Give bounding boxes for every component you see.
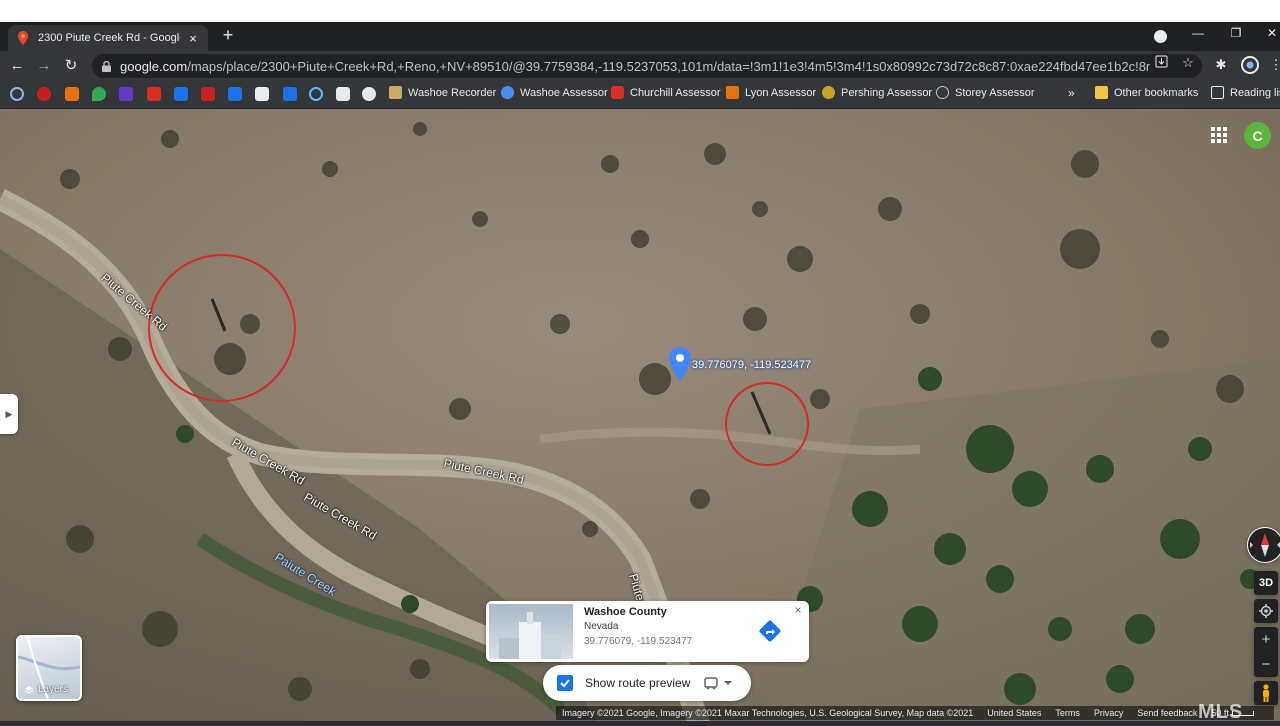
- lyon-icon: [726, 86, 739, 99]
- bookmark-washoe-assessor[interactable]: Washoe Assessor: [501, 86, 608, 99]
- pin-coordinates-label: 39.776079, -119.523477: [692, 359, 812, 371]
- layers-icon: [24, 685, 34, 694]
- close-window-button[interactable]: ✕: [1262, 26, 1280, 40]
- compass-control[interactable]: [1247, 527, 1280, 563]
- tab-strip: 2300 Piute Creek Rd - Google Ma ×: [0, 22, 1280, 51]
- place-info-card[interactable]: Washoe County Nevada 39.776079, -119.523…: [486, 601, 809, 662]
- location-pin-icon[interactable]: [669, 347, 691, 381]
- zoom-out-button[interactable]: −: [1254, 652, 1278, 677]
- bookmark-lyon-assessor[interactable]: Lyon Assessor: [726, 86, 816, 99]
- extensions-puzzle-icon[interactable]: ✱: [1213, 57, 1229, 73]
- expand-side-panel-button[interactable]: ▶: [0, 394, 18, 434]
- minimize-button[interactable]: —: [1188, 26, 1208, 40]
- reading-list-button[interactable]: Reading list: [1211, 86, 1280, 99]
- bookmark-churchill-assessor[interactable]: Churchill Assessor: [611, 86, 720, 99]
- bookmarks-bar: Washoe Recorder Washoe Assessor Churchil…: [0, 81, 1280, 109]
- tab-google-maps[interactable]: 2300 Piute Creek Rd - Google Ma ×: [8, 25, 208, 51]
- bookmark-storey-assessor[interactable]: Storey Assessor: [936, 86, 1034, 99]
- my-location-button[interactable]: [1254, 599, 1278, 623]
- media-control-icon[interactable]: [1154, 30, 1167, 43]
- compass-icon: [1248, 528, 1280, 562]
- restore-button[interactable]: ❐: [1226, 26, 1246, 40]
- bookmark-icon-1[interactable]: [10, 87, 24, 101]
- route-preview-toggle[interactable]: Show route preview: [543, 665, 751, 701]
- new-tab-button[interactable]: +: [218, 26, 238, 46]
- recorder-icon: [389, 86, 402, 99]
- bookmark-icon-chart[interactable]: [174, 87, 188, 101]
- bookmark-icon-zillow[interactable]: [228, 87, 242, 101]
- bookmark-icon-3[interactable]: [65, 87, 79, 101]
- send-feedback-link[interactable]: Send feedback: [1137, 708, 1197, 718]
- place-title: Washoe County: [584, 606, 667, 618]
- bookmark-icon-home[interactable]: [147, 87, 161, 101]
- screen-top-band: [0, 0, 1280, 22]
- churchill-icon: [611, 86, 624, 99]
- bookmarks-overflow-button[interactable]: »: [1068, 86, 1075, 100]
- install-icon[interactable]: [1153, 55, 1169, 71]
- forward-button[interactable]: →: [35, 57, 53, 75]
- address-bar[interactable]: google.com/maps/place/2300+Piute+Creek+R…: [92, 54, 1202, 78]
- privacy-link[interactable]: Privacy: [1094, 708, 1124, 718]
- star-icon[interactable]: ☆: [1180, 55, 1196, 71]
- profile-icon[interactable]: [1241, 56, 1259, 77]
- crosshair-icon: [1259, 604, 1273, 618]
- car-dropdown-icon[interactable]: [704, 676, 734, 690]
- taskbar-strip: [0, 721, 1280, 726]
- tab-title: 2300 Piute Creek Rd - Google Ma: [38, 32, 180, 44]
- bookmark-icon-12[interactable]: [309, 87, 323, 101]
- 3d-toggle-button[interactable]: 3D: [1254, 571, 1278, 595]
- reading-list-icon: [1211, 86, 1224, 99]
- bookmark-pershing-assessor[interactable]: Pershing Assessor: [822, 86, 932, 99]
- reload-button[interactable]: ↻: [62, 57, 80, 75]
- bookmark-icon-10[interactable]: [255, 87, 269, 101]
- assessor-icon: [501, 86, 514, 99]
- street-view-pegman[interactable]: [1254, 681, 1278, 705]
- zoom-in-button[interactable]: +: [1254, 627, 1278, 652]
- route-preview-label: Show route preview: [585, 676, 691, 690]
- tab-close-icon[interactable]: ×: [186, 31, 200, 46]
- bookmark-icon-14[interactable]: [362, 87, 376, 101]
- menu-kebab-icon[interactable]: ⋮: [1268, 57, 1280, 73]
- bookmark-icon-8[interactable]: [201, 87, 215, 101]
- layers-button[interactable]: Layers: [16, 635, 82, 701]
- pegman-icon: [1263, 684, 1269, 702]
- close-card-icon[interactable]: ×: [791, 603, 805, 617]
- storey-icon: [936, 86, 949, 99]
- directions-icon[interactable]: [758, 619, 782, 643]
- back-button[interactable]: ←: [8, 57, 26, 75]
- country-link[interactable]: United States: [987, 708, 1041, 718]
- maps-pin-icon: [16, 31, 30, 45]
- checkbox-checked-icon[interactable]: [557, 675, 573, 691]
- bookmark-icon-wikipedia[interactable]: [336, 87, 350, 101]
- pershing-icon: [822, 86, 835, 99]
- screenshot-root: { "browser": { "tab": { "title": "2300 P…: [0, 0, 1280, 726]
- place-thumbnail[interactable]: [489, 604, 573, 659]
- map-attribution-bar: Imagery ©2021 Google, Imagery ©2021 Maxa…: [556, 706, 1274, 720]
- terms-link[interactable]: Terms: [1055, 708, 1080, 718]
- lock-icon[interactable]: [102, 60, 112, 72]
- navigation-bar: ← → ↻ google.com/maps/place/2300+Piute+C…: [0, 51, 1280, 81]
- imagery-credit: Imagery ©2021 Google, Imagery ©2021 Maxa…: [562, 708, 974, 718]
- folder-icon: [1095, 86, 1108, 99]
- url-text[interactable]: google.com/maps/place/2300+Piute+Creek+R…: [120, 59, 1150, 74]
- other-bookmarks-folder[interactable]: Other bookmarks: [1095, 86, 1198, 99]
- bookmark-washoe-recorder[interactable]: Washoe Recorder: [389, 86, 496, 99]
- bookmark-icon-maps[interactable]: [92, 87, 106, 101]
- account-avatar[interactable]: C: [1244, 122, 1271, 149]
- bookmark-icon-11[interactable]: [283, 87, 297, 101]
- zoom-control: + −: [1254, 627, 1278, 677]
- layers-label: Layers: [24, 684, 68, 695]
- satellite-map[interactable]: Piute Creek Rd Piute Creek Rd Piute Cree…: [0, 109, 1280, 726]
- google-apps-icon[interactable]: [1211, 127, 1227, 143]
- bookmark-icon-5[interactable]: [119, 87, 133, 101]
- bookmark-icon-2[interactable]: [37, 87, 51, 101]
